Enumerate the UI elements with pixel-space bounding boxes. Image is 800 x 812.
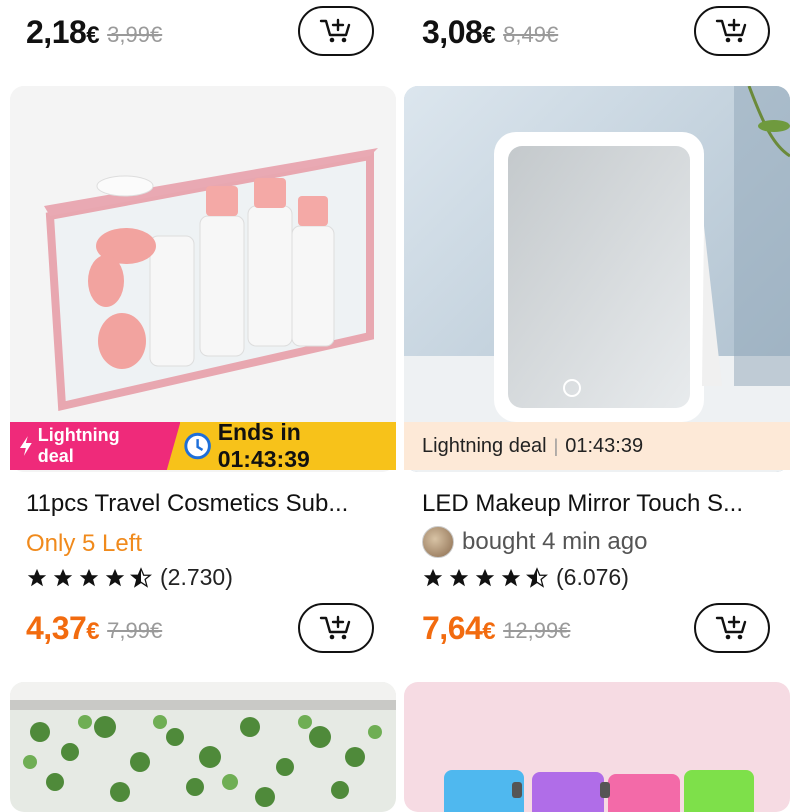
deal-label: Lightning deal [37,425,120,466]
product-title[interactable]: 11pcs Travel Cosmetics Sub... [26,490,348,518]
price-current: 7,64 [422,609,483,646]
deal-countdown: 01:43:39 [565,434,644,457]
bought-text: bought 4 min ago [462,528,648,555]
deal-ends-countdown: Ends in 01:43:39 [217,419,310,472]
price-current: 3,08 [422,13,483,50]
price-old: 7,99€ [107,618,163,643]
product-photo [10,682,396,812]
product-image-cosmetics-bag[interactable] [10,86,396,472]
product-photo [404,86,790,472]
price-currency: € [482,21,496,49]
price-old: 12,99€ [503,618,571,643]
star-icon [53,568,73,586]
product-photo [404,682,790,812]
product-title[interactable]: LED Makeup Mirror Touch S... [422,490,743,518]
star-icon [27,568,47,586]
price-currency: € [86,617,100,645]
price-old: 8,49€ [503,22,559,47]
star-icon [423,568,443,586]
price-row: 7,64€ 12,99€ [422,598,570,658]
price-currency: € [86,21,100,49]
add-to-cart-icon [319,18,351,43]
alarm-clock-icon [184,432,212,460]
half-star-icon [526,566,548,588]
add-to-cart-icon [715,615,747,640]
star-icon [449,568,469,586]
half-star-icon [130,566,152,588]
price-current: 4,37 [26,609,87,646]
add-to-cart-icon [715,18,747,43]
lightning-deal-banner: Lightning deal Ends in 01:43:39 [10,419,396,472]
add-to-cart-icon [319,615,351,640]
deal-separator: | [553,435,559,456]
recent-purchase: bought 4 min ago [422,526,647,558]
add-to-cart-button[interactable] [694,6,770,56]
product-rating: (2.730) [26,564,233,591]
star-icon [79,568,99,586]
product-image-led-mirror[interactable] [404,86,790,472]
lightning-icon [19,436,32,456]
add-to-cart-button[interactable] [298,6,374,56]
add-to-cart-button[interactable] [298,603,374,653]
price-old: 3,99€ [107,22,163,47]
lightning-deal-banner: Lightning deal | 01:43:39 [404,422,790,470]
avatar [422,526,454,558]
star-icon [475,568,495,586]
star-icon [501,568,521,586]
product-image-containers[interactable] [404,682,790,812]
star-rating [26,566,152,589]
deal-label: Lightning deal [422,434,547,457]
price-row-top-left: 2,18€ 3,99€ [26,2,162,62]
stock-status: Only 5 Left [26,530,143,557]
price-row: 4,37€ 7,99€ [26,598,162,658]
lightning-deal-badge: Lightning deal [10,422,181,470]
product-rating: (6.076) [422,564,629,591]
add-to-cart-button[interactable] [694,603,770,653]
star-rating [422,566,548,589]
star-icon [105,568,125,586]
price-currency: € [482,617,496,645]
rating-count: (2.730) [160,564,233,590]
product-photo [10,86,396,472]
rating-count: (6.076) [556,564,629,590]
product-image-ivy-vines[interactable] [10,682,396,812]
price-current: 2,18 [26,13,87,50]
price-row-top-right: 3,08€ 8,49€ [422,2,558,62]
